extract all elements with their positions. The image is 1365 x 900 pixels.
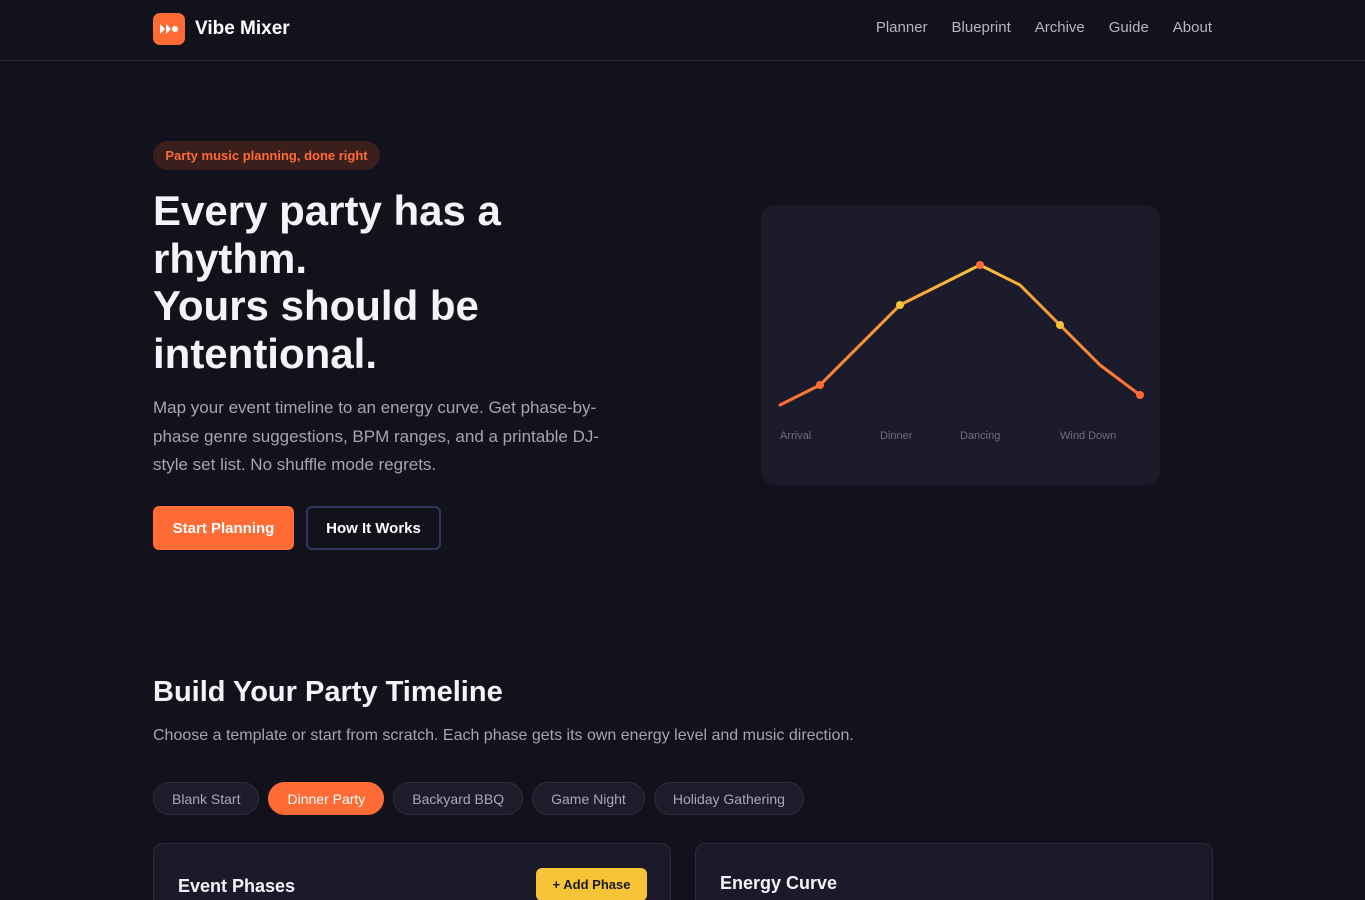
brand-logo[interactable]: Vibe Mixer [153,13,290,45]
template-chip-blank-start[interactable]: Blank Start [153,782,260,815]
event-phases-panel: Event Phases + Add Phase [153,843,671,900]
hero-title-line: rhythm. [153,234,308,282]
energy-curve-title: Energy Curve [720,873,838,893]
hero-title-line: intentional. [153,329,377,377]
event-phases-title: Event Phases [178,876,296,896]
curve-label-wind-down: Wind Down [1060,430,1117,442]
template-selector: Blank Start Dinner Party Backyard BBQ Ga… [153,782,804,815]
curve-label-dinner: Dinner [880,430,913,442]
nav-blueprint[interactable]: Blueprint [952,19,1011,36]
energy-curve-preview: Arrival Dinner Dancing Wind Down [761,205,1160,485]
hero-badge: Party music planning, done right [153,141,380,170]
nav-about[interactable]: About [1173,19,1212,36]
how-it-works-button[interactable]: How It Works [306,506,441,550]
hero-title-line: Every party has a [153,187,501,234]
energy-curve-graphic [778,261,1144,407]
timeline-title: Build Your Party Timeline [153,676,503,708]
add-phase-button[interactable]: + Add Phase [536,868,647,900]
curve-label-dancing: Dancing [960,430,1001,442]
hero-description: Map your event timeline to an energy cur… [153,398,600,474]
nav-planner[interactable]: Planner [876,19,928,36]
energy-curve-panel: Energy Curve [695,843,1213,900]
main-nav: Planner Blueprint Archive Guide About [876,19,1212,36]
template-chip-dinner-party[interactable]: Dinner Party [268,782,385,815]
curve-point [816,381,824,389]
brand-name: Vibe Mixer [195,18,290,39]
curve-point [896,301,904,309]
hero-title: Every party has a rhythm. Yours should b… [153,187,623,377]
start-planning-button[interactable]: Start Planning [153,506,294,550]
curve-point [976,261,984,269]
timeline-description: Choose a template or start from scratch.… [153,727,854,744]
nav-guide[interactable]: Guide [1109,19,1149,36]
template-chip-holiday-gathering[interactable]: Holiday Gathering [653,782,804,815]
hero-title-line: Yours should be [153,282,479,329]
energy-curve-line [778,263,1142,407]
curve-point [1056,321,1064,329]
site-header: Vibe Mixer Planner Blueprint Archive Gui… [0,0,1365,61]
template-chip-game-night[interactable]: Game Night [532,782,645,815]
curve-label-arrival: Arrival [780,430,812,442]
template-chip-backyard-bbq[interactable]: Backyard BBQ [393,782,524,815]
fast-forward-icon [153,13,185,45]
curve-point [1136,391,1144,399]
nav-archive[interactable]: Archive [1035,19,1085,36]
